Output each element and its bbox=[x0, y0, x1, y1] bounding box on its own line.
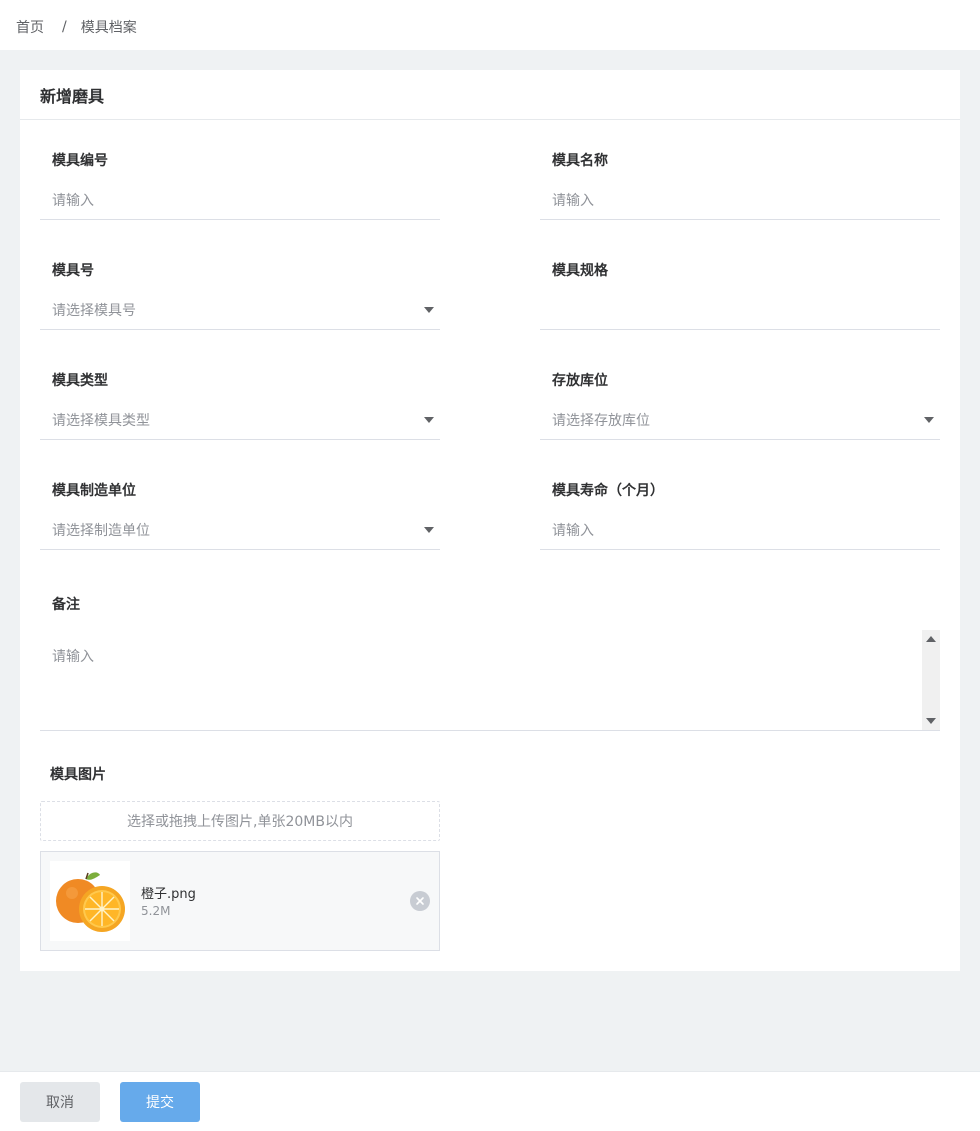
mold-image-label: 模具图片 bbox=[50, 767, 106, 783]
lifespan-input[interactable]: 请输入 bbox=[540, 510, 940, 550]
storage-location-placeholder: 请选择存放库位 bbox=[552, 412, 650, 429]
caret-down-icon bbox=[424, 527, 434, 533]
mold-code-label: 模具编号 bbox=[52, 153, 108, 169]
remark-label: 备注 bbox=[52, 597, 80, 613]
file-size: 5.2M bbox=[141, 904, 171, 918]
scroll-up-arrow-icon[interactable] bbox=[926, 636, 936, 642]
mold-no-placeholder: 请选择模具号 bbox=[52, 302, 136, 319]
mold-type-select[interactable]: 请选择模具类型 bbox=[40, 400, 440, 440]
breadcrumb-separator: / bbox=[62, 19, 67, 35]
mold-no-select[interactable]: 请选择模具号 bbox=[40, 290, 440, 330]
remark-placeholder: 请输入 bbox=[52, 649, 94, 665]
cancel-button[interactable]: 取消 bbox=[20, 1082, 100, 1122]
orange-image bbox=[56, 872, 125, 932]
form-card: 新增磨具 模具编号 请输入 模具名称 请输入 模具号 请选择模具号 模具规格 模… bbox=[20, 70, 960, 971]
file-name: 橙子.png bbox=[141, 887, 196, 902]
remark-textarea[interactable]: 请输入 bbox=[40, 630, 940, 731]
mold-name-input[interactable]: 请输入 bbox=[540, 180, 940, 220]
breadcrumb-current: 模具档案 bbox=[80, 20, 137, 36]
remove-file-button[interactable] bbox=[410, 891, 430, 911]
submit-button[interactable]: 提交 bbox=[120, 1082, 200, 1122]
manufacturer-select[interactable]: 请选择制造单位 bbox=[40, 510, 440, 550]
caret-down-icon bbox=[424, 417, 434, 423]
caret-down-icon bbox=[924, 417, 934, 423]
mold-no-label: 模具号 bbox=[52, 263, 94, 279]
top-bar: 首页 / 模具档案 bbox=[0, 0, 980, 50]
manufacturer-label: 模具制造单位 bbox=[52, 483, 136, 499]
mold-name-placeholder: 请输入 bbox=[552, 192, 594, 209]
scroll-down-arrow-icon[interactable] bbox=[926, 718, 936, 724]
storage-location-select[interactable]: 请选择存放库位 bbox=[540, 400, 940, 440]
mold-spec-label: 模具规格 bbox=[552, 263, 608, 279]
breadcrumb: 首页 / 模具档案 bbox=[16, 18, 137, 36]
mold-spec-input[interactable] bbox=[540, 290, 940, 330]
lifespan-label: 模具寿命（个月） bbox=[552, 483, 664, 499]
lifespan-placeholder: 请输入 bbox=[552, 522, 594, 539]
mold-code-placeholder: 请输入 bbox=[52, 192, 94, 209]
mold-type-placeholder: 请选择模具类型 bbox=[52, 412, 150, 429]
caret-down-icon bbox=[424, 307, 434, 313]
mold-type-label: 模具类型 bbox=[52, 373, 108, 389]
close-icon bbox=[416, 897, 424, 905]
mold-code-input[interactable]: 请输入 bbox=[40, 180, 440, 220]
upload-dropzone[interactable]: 选择或拖拽上传图片,单张20MB以内 bbox=[40, 801, 440, 841]
remark-scrollbar[interactable] bbox=[922, 630, 940, 730]
manufacturer-placeholder: 请选择制造单位 bbox=[52, 522, 150, 539]
uploaded-file-card: 橙子.png 5.2M bbox=[40, 851, 440, 951]
mold-name-label: 模具名称 bbox=[552, 153, 608, 169]
breadcrumb-home[interactable]: 首页 bbox=[16, 17, 44, 37]
footer-bar: 取消 提交 bbox=[0, 1071, 980, 1131]
storage-location-label: 存放库位 bbox=[552, 373, 608, 389]
form-title: 新增磨具 bbox=[20, 70, 960, 120]
upload-hint: 选择或拖拽上传图片,单张20MB以内 bbox=[127, 814, 353, 830]
file-thumbnail[interactable] bbox=[50, 861, 130, 941]
